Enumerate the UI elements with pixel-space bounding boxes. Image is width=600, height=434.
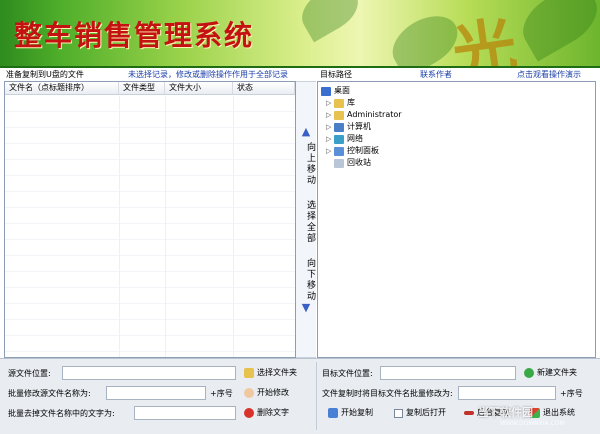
expand-icon[interactable]: ▷ <box>326 145 334 157</box>
file-list-header: 文件名（点标题排序） 文件类型 文件大小 状态 <box>5 82 295 95</box>
rename-target-input[interactable] <box>458 386 556 400</box>
banner-divider <box>0 66 600 68</box>
recycle-bin-icon <box>334 158 344 168</box>
column-filetype[interactable]: 文件类型 <box>119 82 165 94</box>
expand-icon[interactable]: ▷ <box>326 121 334 133</box>
exit-button[interactable]: 退出系统 <box>530 405 575 421</box>
computer-icon <box>334 122 344 132</box>
rename-source-label: 批量修改源文件名称为: <box>8 389 91 398</box>
column-filename[interactable]: 文件名（点标题排序） <box>5 82 119 94</box>
move-down-button[interactable]: 向下移动 <box>296 258 316 302</box>
file-list[interactable]: 文件名（点标题排序） 文件类型 文件大小 状态 <box>4 81 296 358</box>
bottom-divider <box>316 362 317 430</box>
move-controls: ▲ 向上移动 选择全部 向下移动 ▼ <box>296 81 316 358</box>
source-location-label: 源文件位置: <box>8 369 51 378</box>
remove-text-input[interactable] <box>134 406 236 420</box>
app-banner: 整车销售管理系统 光 <box>0 0 600 68</box>
select-all-button[interactable]: 选择全部 <box>296 200 316 244</box>
brand-mark: 光 <box>447 9 522 68</box>
target-location-input[interactable] <box>380 366 516 380</box>
folder-icon <box>334 98 344 108</box>
expand-icon[interactable]: ▷ <box>326 109 334 121</box>
arrow-down-icon[interactable]: ▼ <box>300 302 312 314</box>
network-icon <box>334 134 344 144</box>
delete-icon <box>244 408 254 418</box>
target-location-label: 目标文件位置: <box>322 369 373 378</box>
tree-item-desktop[interactable]: 桌面 <box>321 85 350 97</box>
file-list-body <box>5 96 295 357</box>
desktop-icon <box>321 86 331 96</box>
tree-item-library[interactable]: ▷ 库 <box>326 97 355 109</box>
sequence-label: +序号 <box>560 389 583 398</box>
source-location-input[interactable] <box>62 366 236 380</box>
tree-item-administrator[interactable]: ▷ Administrator <box>326 109 402 121</box>
folder-tree[interactable]: 桌面 ▷ 库 ▷ Administrator ▷ 计算机 ▷ 网络 ▷ 控制面板… <box>317 81 596 358</box>
left-pane-hint: 未选择记录，修改或删除操作作用于全部记录 <box>128 70 288 79</box>
leaf-decoration <box>294 0 366 43</box>
arrow-up-icon[interactable]: ▲ <box>300 126 312 138</box>
expand-icon[interactable]: ▷ <box>326 133 334 145</box>
tree-item-computer[interactable]: ▷ 计算机 <box>326 121 371 133</box>
column-gridline <box>165 96 166 357</box>
folder-icon <box>244 368 254 378</box>
brush-icon <box>244 388 254 398</box>
left-pane-label: 准备复制到U盘的文件 <box>6 70 84 79</box>
start-modify-button[interactable]: 开始修改 <box>244 385 289 401</box>
column-status[interactable]: 状态 <box>233 82 295 94</box>
demo-link[interactable]: 点击观看操作演示 <box>517 68 581 81</box>
expand-icon[interactable]: ▷ <box>326 97 334 109</box>
right-pane-label: 目标路径 <box>320 70 352 79</box>
rename-source-input[interactable] <box>106 386 206 400</box>
select-folder-button[interactable]: 选择文件夹 <box>244 365 297 381</box>
contact-author-link[interactable]: 联系作者 <box>420 68 452 81</box>
new-folder-button[interactable]: 新建文件夹 <box>524 365 577 381</box>
sequence-label: +序号 <box>210 389 233 398</box>
delete-text-button[interactable]: 删除文字 <box>244 405 289 421</box>
checkbox-box[interactable] <box>394 408 403 418</box>
watermark-url: WWW.DOWNXIA.COM <box>500 420 565 427</box>
user-folder-icon <box>334 110 344 120</box>
move-up-button[interactable]: 向上移动 <box>296 142 316 186</box>
tree-item-recycle-bin[interactable]: 回收站 <box>326 157 371 169</box>
app-title: 整车销售管理系统 <box>14 19 255 52</box>
control-panel-icon <box>334 146 344 156</box>
remove-text-label: 批量去掉文件名称中的文字为: <box>8 409 115 418</box>
tree-item-control-panel[interactable]: ▷ 控制面板 <box>326 145 379 157</box>
start-copy-button[interactable]: 开始复制 <box>328 405 373 421</box>
rename-target-label: 文件复制时将目标文件名批量修改为: <box>322 389 453 398</box>
leaf-decoration <box>512 0 600 62</box>
open-after-copy-checkbox[interactable]: 复制后打开 <box>394 405 446 421</box>
minimize-icon <box>464 411 474 415</box>
add-icon <box>524 368 534 378</box>
column-gridline <box>119 96 120 357</box>
tree-item-network[interactable]: ▷ 网络 <box>326 133 363 145</box>
column-filesize[interactable]: 文件大小 <box>165 82 233 94</box>
watermark-logo: 当下软件园 <box>478 406 533 419</box>
copy-icon <box>328 408 338 418</box>
column-gridline <box>233 96 234 357</box>
